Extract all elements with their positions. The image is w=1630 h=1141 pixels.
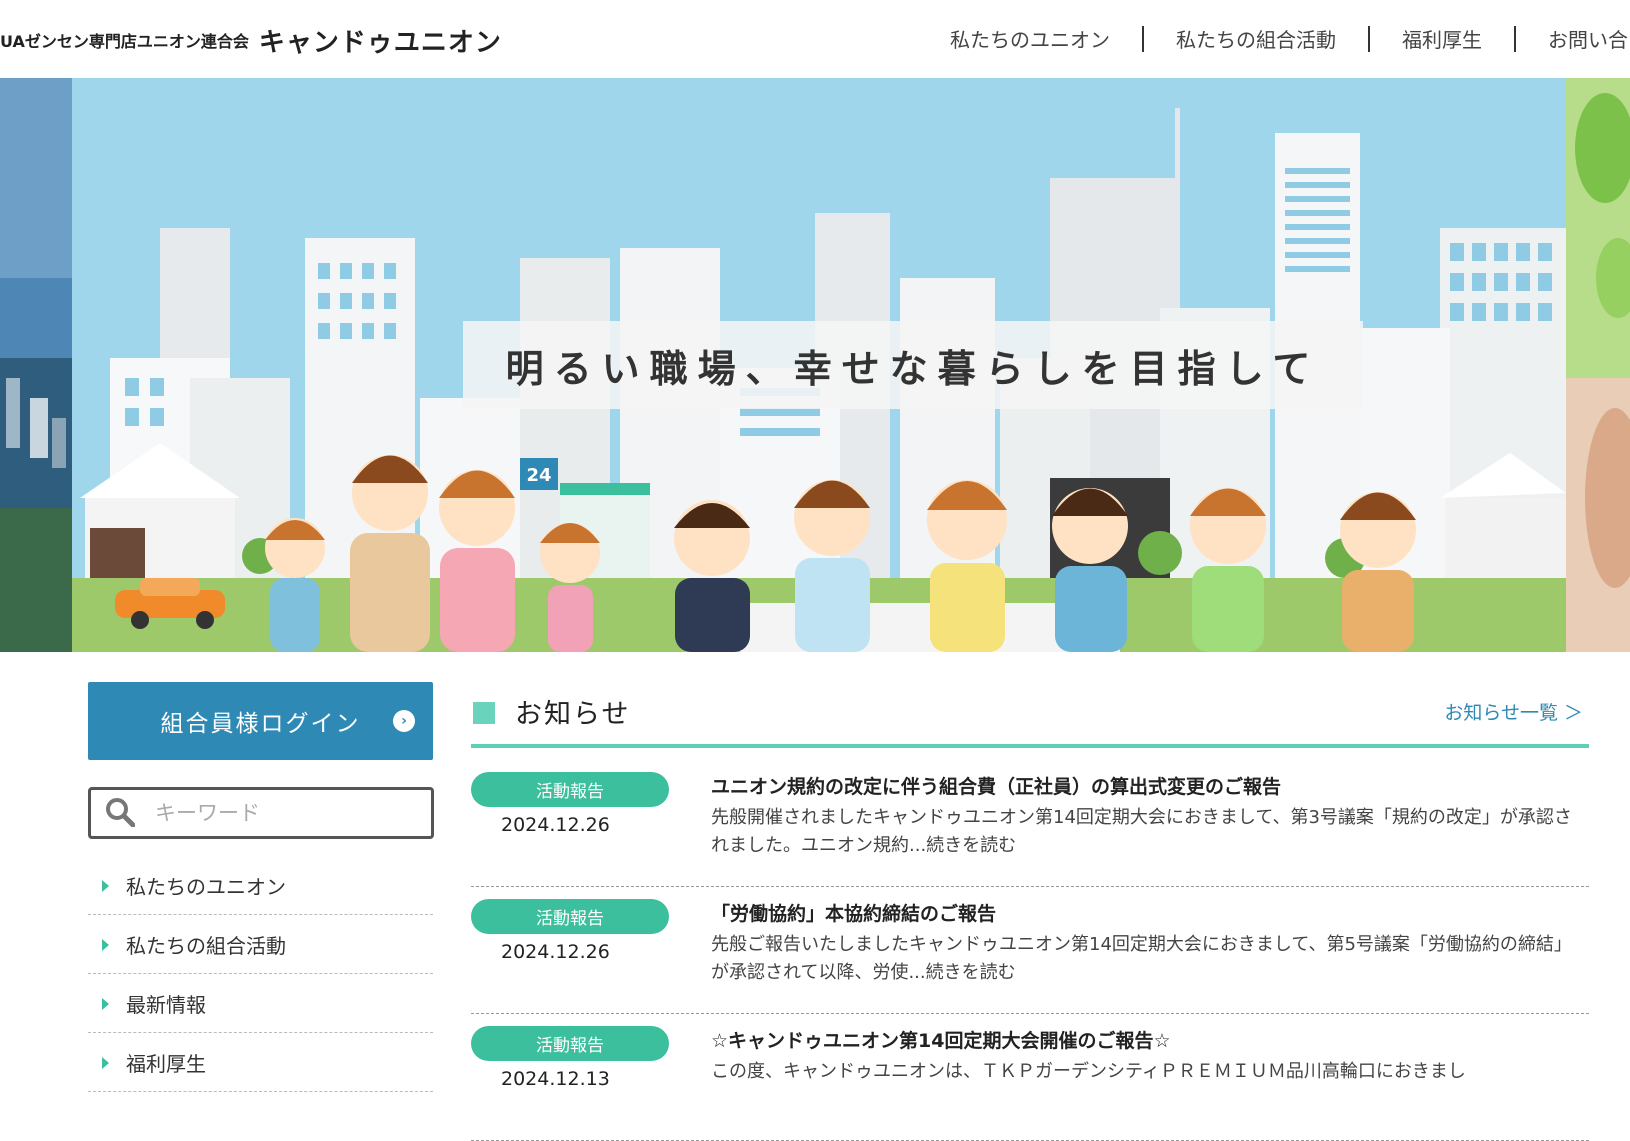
news-item-title[interactable]: ☆キャンドゥユニオン第14回定期大会開催のご報告☆ (711, 1026, 1581, 1053)
hero-sign-24: 24 (526, 465, 551, 486)
member-login-button[interactable]: 組合員様ログイン › (88, 682, 433, 760)
category-badge[interactable]: 活動報告 (471, 899, 669, 934)
sidebar-item-label: 私たちの組合活動 (126, 933, 286, 958)
site-logo[interactable]: UAゼンセン専門店ユニオン連合会 キャンドゥユニオン (0, 20, 502, 60)
news-date: 2024.12.26 (501, 814, 610, 836)
triangle-right-icon (102, 1057, 109, 1069)
news-header: お知らせ お知らせ一覧 ＞ (471, 688, 1589, 748)
news-item-excerpt[interactable]: 先般ご報告いたしましたキャンドゥユニオン第14回定期大会におきまして、第5号議案… (711, 931, 1581, 987)
sidebar-item-welfare[interactable]: 福利厚生 (88, 1033, 433, 1092)
member-login-label: 組合員様ログイン (160, 711, 361, 737)
news-item-title[interactable]: ユニオン規約の改定に伴う組合費（正社員）の算出式変更のご報告 (711, 772, 1581, 799)
chevron-right-icon: › (393, 710, 415, 732)
keyword-search-box (88, 787, 434, 839)
category-badge[interactable]: 活動報告 (471, 772, 669, 807)
news-date: 2024.12.13 (501, 1068, 610, 1090)
news-item: 活動報告 2024.12.13 ☆キャンドゥユニオン第14回定期大会開催のご報告… (471, 1014, 1589, 1141)
news-title: お知らせ (515, 699, 631, 730)
category-badge[interactable]: 活動報告 (471, 1026, 669, 1061)
sidebar-item-label: 福利厚生 (126, 1051, 206, 1076)
hero-banner: 24 明るい職場、幸せな暮らしを目指して (0, 78, 1630, 652)
news-date: 2024.12.26 (501, 941, 610, 963)
news-item-excerpt[interactable]: この度、キャンドゥユニオンは、ＴＫＰガーデンシティＰＲＥＭＩＵＭ品川高輪口におき… (711, 1058, 1581, 1086)
global-nav: 私たちのユニオン 私たちの組合活動 福利厚生 お問い合 (950, 24, 1630, 53)
triangle-right-icon (102, 998, 109, 1010)
hero-caption: 明るい職場、幸せな暮らしを目指して (505, 346, 1321, 391)
nav-union-activities[interactable]: 私たちの組合活動 (1176, 24, 1368, 53)
sidebar-item-union-activities[interactable]: 私たちの組合活動 (88, 915, 433, 974)
sidebar-item-label: 最新情報 (126, 992, 206, 1017)
triangle-right-icon (102, 939, 109, 951)
news-list-link[interactable]: お知らせ一覧 ＞ (1444, 698, 1583, 725)
search-icon[interactable] (105, 797, 135, 827)
news-item-excerpt[interactable]: 先般開催されましたキャンドゥユニオン第14回定期大会におきまして、第3号議案「規… (711, 804, 1581, 860)
sidebar-item-label: 私たちのユニオン (126, 874, 286, 899)
sidebar-item-our-union[interactable]: 私たちのユニオン (88, 856, 433, 915)
nav-divider (1368, 25, 1370, 52)
news-item-title[interactable]: 「労働協約」本協約締結のご報告 (711, 899, 1581, 926)
nav-divider (1514, 25, 1516, 52)
triangle-right-icon (102, 880, 109, 892)
logo-subtitle: UAゼンセン専門店ユニオン連合会 (0, 32, 249, 51)
nav-contact[interactable]: お問い合 (1548, 24, 1630, 53)
nav-our-union[interactable]: 私たちのユニオン (950, 24, 1142, 53)
logo-title: キャンドゥユニオン (258, 27, 502, 58)
sidebar-nav: 私たちのユニオン 私たちの組合活動 最新情報 福利厚生 (88, 856, 433, 1092)
hero-caption-box: 明るい職場、幸せな暮らしを目指して (463, 321, 1363, 409)
section-marker-icon (473, 702, 495, 724)
site-header: UAゼンセン専門店ユニオン連合会 キャンドゥユニオン 私たちのユニオン 私たちの… (0, 0, 1630, 78)
news-item: 活動報告 2024.12.26 「労働協約」本協約締結のご報告 先般ご報告いたし… (471, 887, 1589, 1014)
news-item: 活動報告 2024.12.26 ユニオン規約の改定に伴う組合費（正社員）の算出式… (471, 760, 1589, 887)
nav-divider (1142, 25, 1144, 52)
search-input[interactable] (153, 796, 417, 830)
sidebar-item-latest-info[interactable]: 最新情報 (88, 974, 433, 1033)
nav-welfare[interactable]: 福利厚生 (1402, 24, 1514, 53)
